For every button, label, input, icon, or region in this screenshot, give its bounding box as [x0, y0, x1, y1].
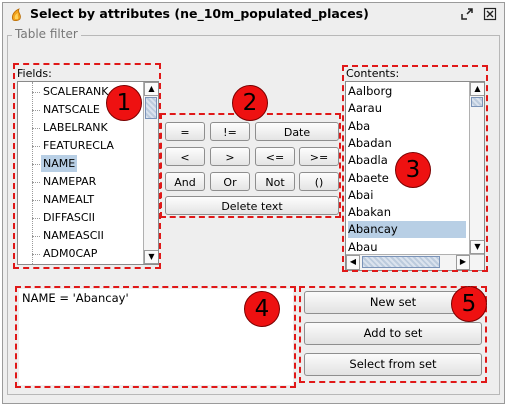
window-title: Select by attributes (ne_10m_populated_p…	[30, 6, 369, 21]
close-icon[interactable]	[482, 7, 498, 23]
table-filter-legend: Table filter	[12, 27, 81, 41]
less-than-button[interactable]: <	[165, 147, 205, 166]
greater-equal-button[interactable]: >=	[299, 147, 339, 166]
and-button[interactable]: And	[165, 172, 205, 191]
not-equals-button[interactable]: !=	[210, 122, 250, 141]
greater-than-button[interactable]: >	[210, 147, 250, 166]
annotation-marker-4: 4	[244, 291, 280, 327]
not-button[interactable]: Not	[255, 172, 295, 191]
app-logo-icon	[10, 8, 24, 22]
annotation-marker-2: 2	[232, 85, 268, 121]
restore-icon[interactable]	[459, 7, 475, 23]
annotation-marker-3: 3	[395, 152, 431, 188]
annotation-marker-5: 5	[451, 286, 487, 322]
parentheses-button[interactable]: ()	[299, 172, 339, 191]
date-button[interactable]: Date	[255, 122, 339, 141]
delete-text-button[interactable]: Delete text	[165, 196, 339, 215]
equals-button[interactable]: =	[165, 122, 205, 141]
less-equal-button[interactable]: <=	[255, 147, 295, 166]
annotation-marker-1: 1	[106, 85, 142, 121]
or-button[interactable]: Or	[210, 172, 250, 191]
